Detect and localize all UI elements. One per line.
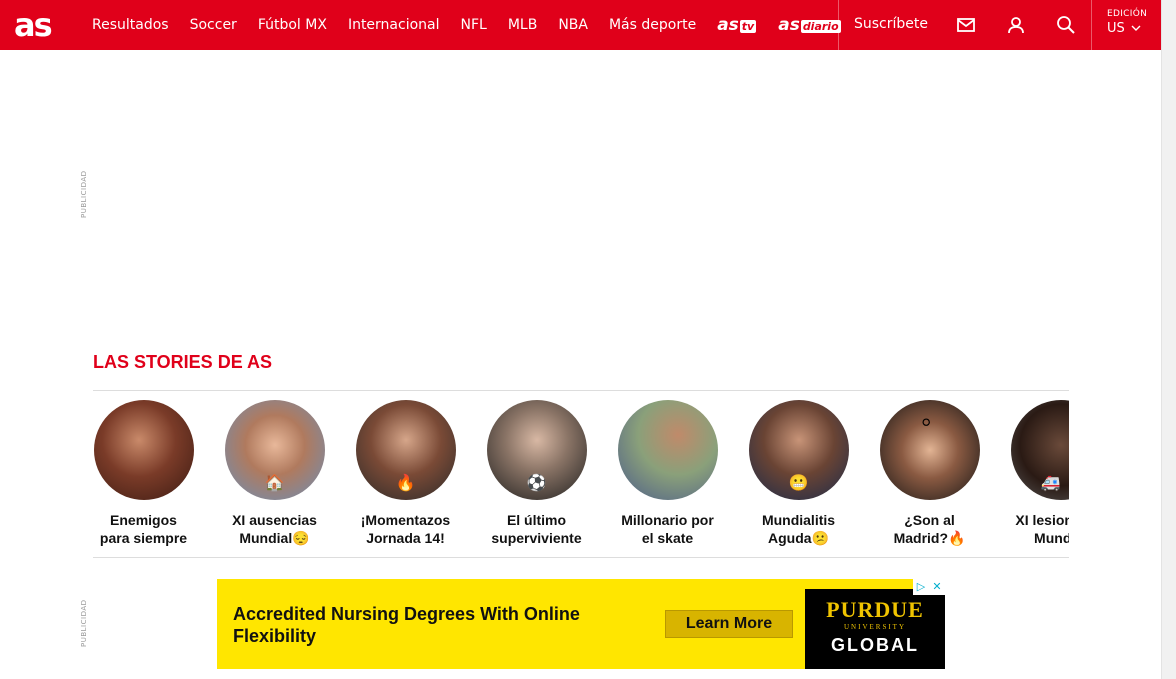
learn-more-button[interactable]: Learn More <box>665 610 793 638</box>
story-caption: ¿Son al Madrid?🔥 <box>893 512 966 546</box>
story-item[interactable]: 😬 Mundialitis Aguda😕 <box>748 400 849 547</box>
story-item[interactable]: ⚽ El último superviviente <box>486 400 587 547</box>
story-thumbnail[interactable]: 🔥 <box>355 400 456 500</box>
story-caption: Mundialitis Aguda😕 <box>761 512 836 546</box>
story-emoji: 🔥 <box>395 473 416 492</box>
story-caption: XI lesionadosMundial <box>1015 512 1069 546</box>
story-emoji: 🏠 <box>264 473 285 492</box>
ad-brand-bot: GLOBAL <box>831 635 919 655</box>
story-item[interactable]: ⚪ ¿Son al Madrid?🔥 <box>879 400 980 547</box>
ad-brand-mid: UNIVERSITY <box>844 623 906 631</box>
story-emoji: 🚑 <box>1040 473 1061 492</box>
edition-value: US <box>1107 21 1125 36</box>
as-tv-tag: tv <box>739 20 757 33</box>
story-emoji: ⚽ <box>526 473 547 492</box>
story-caption: El último superviviente <box>491 512 582 546</box>
chevron-down-icon <box>1131 25 1141 31</box>
story-item[interactable]: 🔥 ¡Momentazos Jornada 14! <box>355 400 456 547</box>
as-tv-link[interactable]: as tv <box>717 15 757 35</box>
nav-item-resultados[interactable]: Resultados <box>92 17 169 33</box>
story-item[interactable]: Millonario por el skate <box>617 400 718 547</box>
scrollbar[interactable] <box>1161 0 1176 679</box>
story-thumbnail[interactable] <box>617 400 718 500</box>
nav-item-nfl[interactable]: NFL <box>461 17 487 33</box>
story-item[interactable]: Enemigos para siempre <box>93 400 194 547</box>
as-diario-link[interactable]: as diario <box>778 15 841 35</box>
stories-carousel: Enemigos para siempre 🏠 XI ausencias Mundi… <box>93 400 1069 550</box>
story-caption: Millonario por el skate <box>621 512 714 546</box>
ad-brand-top: PURDUE <box>826 597 924 622</box>
story-thumbnail[interactable]: ⚪ <box>879 400 980 500</box>
mail-icon[interactable] <box>955 14 977 36</box>
divider <box>1091 0 1092 50</box>
story-thumbnail[interactable]: 🚑 <box>1010 400 1069 500</box>
adchoices-icon[interactable]: ▷ <box>913 579 929 595</box>
story-thumbnail[interactable]: ⚽ <box>486 400 587 500</box>
nav-item-soccer[interactable]: Soccer <box>190 17 237 33</box>
story-thumbnail[interactable] <box>93 400 194 500</box>
user-icon[interactable] <box>1005 14 1027 36</box>
divider <box>93 557 1069 558</box>
as-tv-prefix: as <box>717 15 739 35</box>
as-diario-prefix: as <box>778 15 800 35</box>
story-emoji: 😬 <box>788 473 809 492</box>
edition-selector[interactable]: EDICIÓN US <box>1107 9 1147 36</box>
story-thumbnail[interactable]: 🏠 <box>224 400 325 500</box>
nav-item-mlb[interactable]: MLB <box>508 17 537 33</box>
story-caption: ¡Momentazos Jornada 14! <box>360 512 451 546</box>
nav-item-mas-deporte[interactable]: Más deporte <box>609 17 696 33</box>
nav-item-futbol-mx[interactable]: Fútbol MX <box>258 17 327 33</box>
subscribe-link[interactable]: Suscríbete <box>854 16 928 32</box>
stories-title: LAS STORIES DE AS <box>93 352 273 372</box>
nav-item-nba[interactable]: NBA <box>558 17 588 33</box>
ad-brand-logo: PURDUE UNIVERSITY GLOBAL <box>805 589 945 669</box>
story-caption: XI ausencias Mundial😔 <box>232 512 317 546</box>
search-icon[interactable] <box>1055 14 1077 36</box>
story-item[interactable]: 🚑 XI lesionadosMundial <box>1010 400 1069 547</box>
ad-headline: Accredited Nursing Degrees With Online F… <box>233 604 580 646</box>
story-caption: Enemigos para siempre <box>99 512 188 546</box>
story-emoji: ⚪ <box>919 413 933 432</box>
top-navigation-bar: as Resultados Soccer Fútbol MX Internaci… <box>0 0 1161 50</box>
edition-label: EDICIÓN <box>1107 9 1148 19</box>
publicidad-label: PUBLICIDAD <box>80 170 88 218</box>
as-diario-tag: diario <box>800 20 841 33</box>
divider <box>93 390 1069 391</box>
close-icon[interactable]: ✕ <box>929 579 945 595</box>
publicidad-label: PUBLICIDAD <box>80 599 88 647</box>
main-nav: Resultados Soccer Fútbol MX Internaciona… <box>92 0 863 50</box>
divider <box>838 0 839 50</box>
story-thumbnail[interactable]: 😬 <box>748 400 849 500</box>
story-item[interactable]: 🏠 XI ausencias Mundial😔 <box>224 400 325 547</box>
nav-item-internacional[interactable]: Internacional <box>348 17 440 33</box>
as-logo[interactable]: as <box>14 8 53 42</box>
advertisement-banner[interactable]: Accredited Nursing Degrees With Online F… <box>217 579 945 669</box>
ad-choices[interactable]: ▷ ✕ <box>913 579 945 595</box>
